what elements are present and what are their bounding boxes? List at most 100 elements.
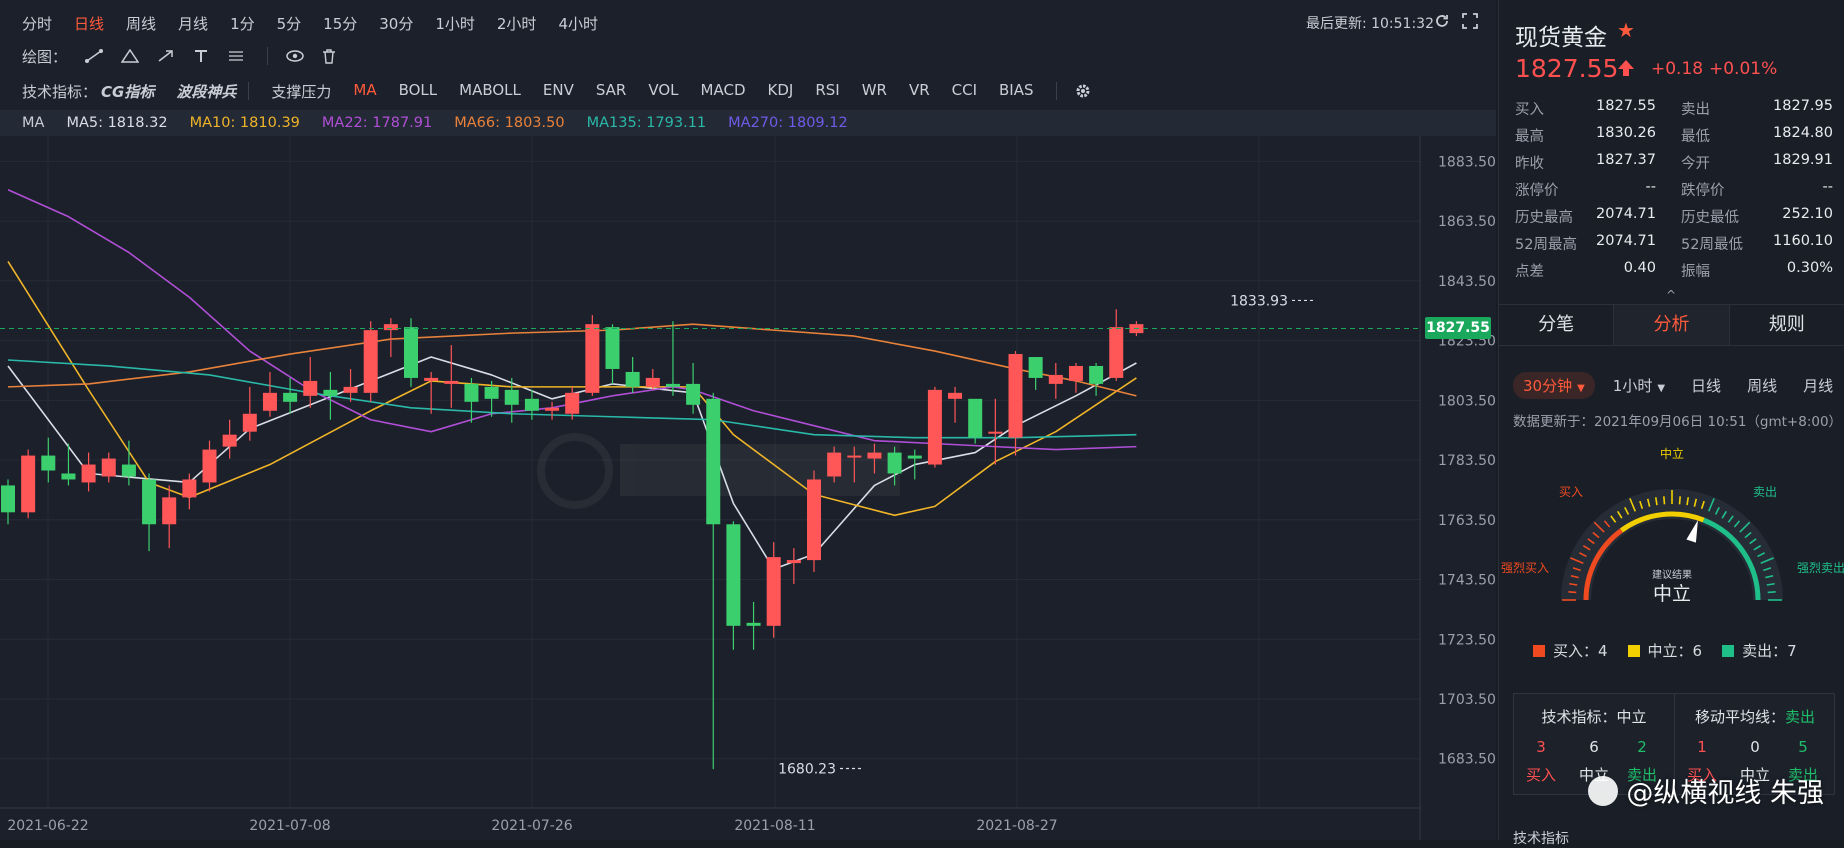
candle-body xyxy=(343,386,358,393)
candle-body xyxy=(706,398,721,525)
collapse-caret-icon[interactable]: ^ xyxy=(1666,288,1676,302)
gauge-label: 强烈卖出 xyxy=(1797,561,1844,575)
candle-body xyxy=(1109,327,1124,378)
candle xyxy=(1068,362,1083,393)
candle xyxy=(464,377,479,423)
indicator-8[interactable]: KDJ xyxy=(768,81,794,102)
tab-1[interactable]: 分析 xyxy=(1614,305,1730,345)
indicator-3[interactable]: MABOLL xyxy=(459,81,521,102)
stat-label: 振幅 xyxy=(1681,264,1710,280)
indicator-6[interactable]: VOL xyxy=(648,81,678,102)
indicator-4[interactable]: ENV xyxy=(543,81,574,102)
ma-value-5: MA270: 1809.12 xyxy=(728,115,848,131)
period-7[interactable]: 30分 xyxy=(379,13,413,34)
watermark-block xyxy=(620,444,900,496)
favorite-star-icon[interactable]: ★ xyxy=(1617,18,1635,42)
data-update-time: 数据更新于：2021年09月06日 10:51（gmt+8:00） xyxy=(1513,414,1843,430)
period-1[interactable]: 日线 xyxy=(74,13,104,34)
analysis-period-label: 日线 xyxy=(1691,376,1722,395)
candle-body xyxy=(61,473,76,480)
period-9[interactable]: 2小时 xyxy=(497,13,537,34)
indicator-5[interactable]: SAR xyxy=(596,81,626,102)
line-tool-icon[interactable] xyxy=(85,49,104,63)
indicator-7[interactable]: MACD xyxy=(701,81,746,102)
period-3[interactable]: 月线 xyxy=(178,13,208,34)
candle xyxy=(1109,309,1124,381)
settings-gear-icon[interactable] xyxy=(1075,83,1091,99)
analysis-period-label: 周线 xyxy=(1747,376,1778,395)
analysis-period-4[interactable]: 月线 xyxy=(1803,375,1833,396)
y-tick-label: 1783.50 xyxy=(1438,453,1496,469)
watermark: @纵横视线 朱强 xyxy=(1588,771,1824,810)
candle-body xyxy=(645,377,660,387)
candle xyxy=(605,324,620,384)
wave-indicator[interactable]: 波段神兵 xyxy=(176,81,236,102)
period-10[interactable]: 4小时 xyxy=(558,13,598,34)
stat-row: 涨停价 -- 跌停价 -- xyxy=(1515,177,1833,204)
period-8[interactable]: 1小时 xyxy=(435,13,475,34)
analysis-period-0[interactable]: 30分钟 ▼ xyxy=(1513,371,1595,399)
candle-body xyxy=(867,452,882,459)
period-5[interactable]: 5分 xyxy=(277,13,302,34)
stat-label: 卖出 xyxy=(1681,102,1710,118)
indicator-12[interactable]: CCI xyxy=(952,81,977,102)
triangle-tool-icon[interactable] xyxy=(121,49,140,63)
legend-item: 卖出：7 xyxy=(1722,640,1797,661)
fullscreen-icon[interactable] xyxy=(1462,13,1478,29)
trash-icon[interactable] xyxy=(322,48,336,64)
text-tool-icon[interactable] xyxy=(193,49,209,63)
analysis-period-3[interactable]: 周线 xyxy=(1747,375,1777,396)
indicator-2[interactable]: BOLL xyxy=(399,81,438,102)
analysis-period-2[interactable]: 日线 xyxy=(1691,375,1721,396)
candle xyxy=(343,368,358,402)
y-tick-label: 1803.50 xyxy=(1438,393,1496,409)
candle-body xyxy=(262,392,277,411)
indicator-1[interactable]: MA xyxy=(353,81,376,102)
period-2[interactable]: 周线 xyxy=(126,13,156,34)
stat-label: 历史最低 xyxy=(1681,210,1739,226)
candle-body xyxy=(565,392,580,414)
stat-value: -- xyxy=(1822,179,1833,195)
indicator-0[interactable]: 支撑压力 xyxy=(271,81,331,102)
candle-body xyxy=(424,377,439,381)
period-6[interactable]: 15分 xyxy=(323,13,357,34)
dropdown-caret-icon: ▼ xyxy=(1577,382,1585,394)
indicator-13[interactable]: BIAS xyxy=(999,81,1034,102)
period-toolbar: 分时 日线 周线 月线 1分 5分 15分 30分 1小时 2小时 4小时 xyxy=(0,8,1496,38)
candle xyxy=(202,440,217,492)
indicator-9[interactable]: RSI xyxy=(815,81,839,102)
legend-item: 买入：4 xyxy=(1533,640,1608,661)
ma-neutral-count: 0 xyxy=(1750,738,1760,756)
tab-0[interactable]: 分笔 xyxy=(1499,305,1615,345)
instrument-price: 1827.55 xyxy=(1515,54,1619,83)
indicator-10[interactable]: WR xyxy=(862,81,887,102)
refresh-icon[interactable] xyxy=(1434,13,1450,29)
period-0[interactable]: 分时 xyxy=(22,13,52,34)
analysis-period-1[interactable]: 1小时 ▼ xyxy=(1613,375,1665,396)
tech-sell-count: 2 xyxy=(1637,738,1647,756)
candle xyxy=(283,377,298,414)
fib-tool-icon[interactable] xyxy=(227,49,245,63)
toolbar-divider xyxy=(267,47,269,65)
stat-value: 1827.95 xyxy=(1773,98,1833,114)
price-change-pct: +0.01% xyxy=(1709,59,1778,79)
indicator-11[interactable]: VR xyxy=(909,81,930,102)
candle-body xyxy=(404,327,418,378)
candle-body xyxy=(222,434,237,447)
eye-icon[interactable] xyxy=(286,49,304,63)
candle-body xyxy=(1,485,15,513)
candle-body xyxy=(746,622,761,626)
stat-value: 1827.37 xyxy=(1596,152,1656,168)
tab-2[interactable]: 规则 xyxy=(1730,305,1844,345)
candlestick-chart[interactable]: 1883.501863.501843.501823.501803.501783.… xyxy=(0,136,1496,840)
candle xyxy=(545,401,560,420)
last-update: 最后更新: 10:51:32 xyxy=(1305,16,1434,32)
period-4[interactable]: 1分 xyxy=(230,13,255,34)
cg-indicator[interactable]: CG指标 xyxy=(101,81,154,102)
arrow-tool-icon[interactable] xyxy=(157,49,175,63)
stat-value: 0.40 xyxy=(1623,260,1656,276)
candle xyxy=(41,437,56,483)
y-tick-label: 1683.50 xyxy=(1438,752,1496,768)
legend-swatch xyxy=(1722,645,1735,657)
candle-body xyxy=(605,327,620,369)
